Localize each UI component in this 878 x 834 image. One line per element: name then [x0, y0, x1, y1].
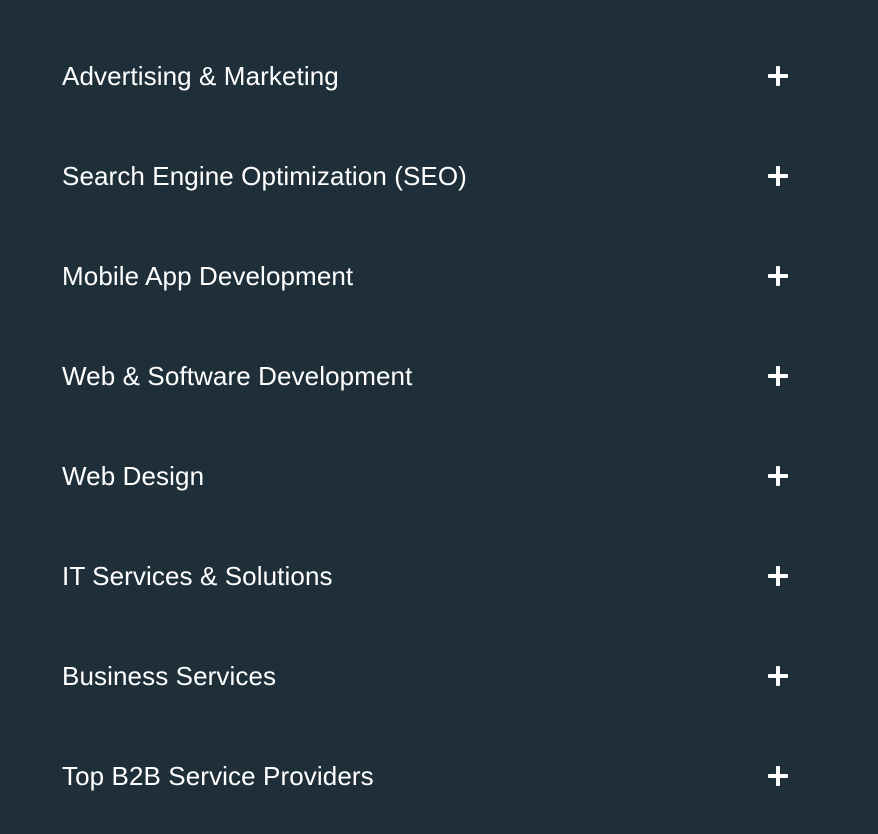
plus-icon[interactable]	[768, 666, 788, 686]
accordion-item-label: Advertising & Marketing	[62, 61, 339, 91]
accordion-item-advertising-marketing[interactable]: Advertising & Marketing	[0, 26, 878, 126]
accordion-item-label: Mobile App Development	[62, 261, 354, 291]
plus-icon[interactable]	[768, 166, 788, 186]
plus-icon[interactable]	[768, 566, 788, 586]
accordion-item-label: Web & Software Development	[62, 361, 413, 391]
accordion-item-label: Top B2B Service Providers	[62, 761, 374, 791]
plus-icon[interactable]	[768, 466, 788, 486]
plus-icon[interactable]	[768, 66, 788, 86]
accordion-item-it-services-solutions[interactable]: IT Services & Solutions	[0, 526, 878, 626]
accordion-item-label: Search Engine Optimization (SEO)	[62, 161, 467, 191]
accordion-item-label: Business Services	[62, 661, 277, 691]
accordion-item-mobile-app-development[interactable]: Mobile App Development	[0, 226, 878, 326]
plus-icon[interactable]	[768, 766, 788, 786]
plus-icon[interactable]	[768, 366, 788, 386]
accordion-item-top-b2b-service-providers[interactable]: Top B2B Service Providers	[0, 726, 878, 826]
accordion-item-web-design[interactable]: Web Design	[0, 426, 878, 526]
accordion-item-web-software-development[interactable]: Web & Software Development	[0, 326, 878, 426]
accordion-item-label: IT Services & Solutions	[62, 561, 333, 591]
plus-icon[interactable]	[768, 266, 788, 286]
accordion-item-seo[interactable]: Search Engine Optimization (SEO)	[0, 126, 878, 226]
accordion-item-business-services[interactable]: Business Services	[0, 626, 878, 726]
accordion-item-label: Web Design	[62, 461, 205, 491]
category-accordion: Advertising & Marketing Search Engine Op…	[0, 0, 878, 834]
